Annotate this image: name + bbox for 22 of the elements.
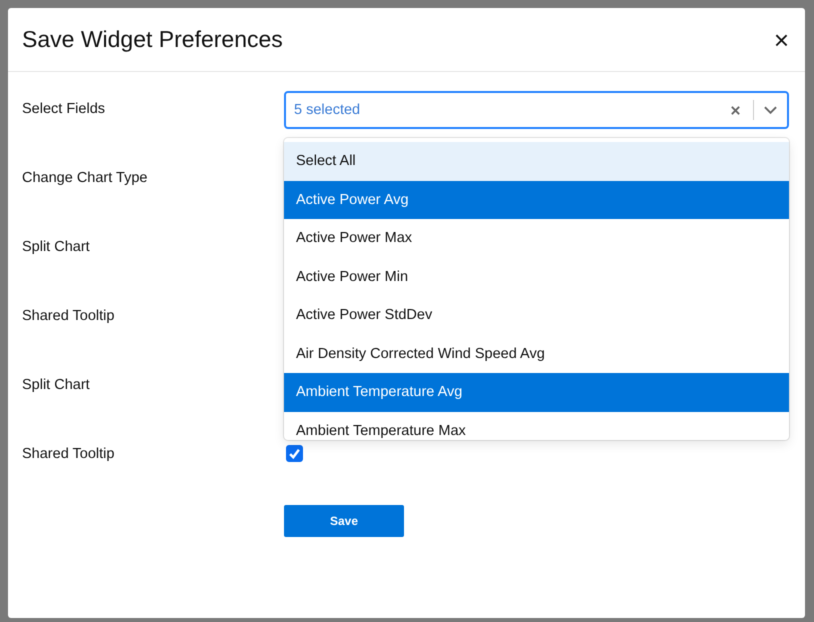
close-button[interactable]: ×	[772, 26, 791, 52]
dropdown-option[interactable]: Active Power Min	[284, 258, 789, 296]
field-label: Shared Tooltip	[22, 445, 116, 464]
dropdown-option[interactable]: Ambient Temperature Max	[284, 412, 789, 440]
save-button[interactable]: Save	[284, 505, 404, 537]
dropdown-option[interactable]: Active Power Max	[284, 219, 789, 258]
dropdown-option[interactable]: Air Density Corrected Wind Speed Avg	[284, 334, 789, 373]
checkbox[interactable]	[286, 445, 303, 462]
fields-select[interactable]: 5 selected	[284, 91, 789, 129]
field-label: Split Chart	[22, 238, 91, 257]
field-label: Select Fields	[22, 100, 106, 119]
field-label: Change Chart Type	[22, 169, 148, 188]
select-value: 5 selected	[294, 102, 360, 118]
field-label: Split Chart	[22, 376, 91, 395]
clear-icon[interactable]	[730, 104, 741, 116]
field-label: Shared Tooltip	[22, 307, 116, 326]
dropdown-option[interactable]: Active Power Avg	[284, 180, 789, 219]
dropdown-option[interactable]: Ambient Temperature Avg	[284, 373, 789, 412]
chevron-down-icon[interactable]	[764, 106, 777, 114]
dropdown-option[interactable]: Select All	[284, 142, 789, 180]
dropdown-option[interactable]: Active Power StdDev	[284, 296, 789, 334]
dialog-title: Save Widget Preferences	[22, 26, 283, 53]
